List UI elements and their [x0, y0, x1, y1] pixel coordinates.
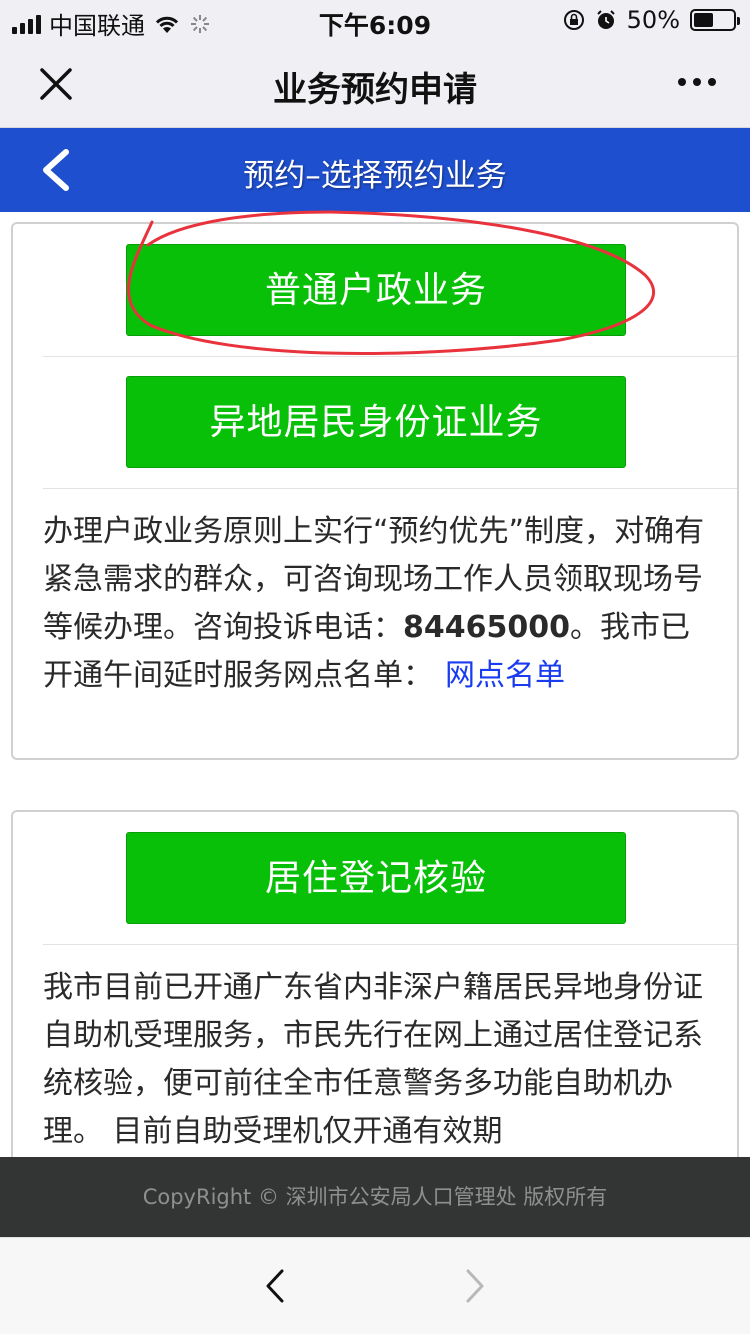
battery-icon	[690, 9, 740, 31]
household-service-button[interactable]: 普通户政业务	[126, 244, 626, 336]
residence-notice: 我市目前已开通广东省内非深户籍居民异地身份证自助机受理服务，市民先行在网上通过居…	[43, 970, 703, 1149]
service-card-household: 普通户政业务 异地居民身份证业务 办理户政业务原则上实行“预约优先”制度，对确有…	[11, 222, 739, 760]
household-notice: 办理户政业务原则上实行“预约优先”制度，对确有紧急需求的群众，可咨询现场工作人员…	[43, 508, 713, 700]
alarm-icon	[596, 10, 615, 29]
service-card-residence: 居住登记核验 我市目前已开通广东省内非深户籍居民异地身份证自助机受理服务，市民先…	[11, 810, 739, 1170]
browser-toolbar	[0, 1237, 750, 1334]
battery-fill	[694, 13, 713, 27]
rotation-lock-icon	[563, 10, 584, 30]
residence-verify-button[interactable]: 居住登记核验	[126, 832, 626, 924]
status-bar: 中国联通 下午6:09 50%	[0, 0, 750, 40]
divider	[43, 944, 737, 945]
page-title: 业务预约申请	[273, 70, 477, 110]
sub-header: 预约–选择预约业务	[0, 128, 750, 212]
sub-header-title: 预约–选择预约业务	[243, 158, 507, 194]
forward-arrow-icon[interactable]	[460, 1266, 490, 1306]
more-icon[interactable]	[678, 78, 716, 86]
notice-phone: 84465000	[403, 610, 570, 645]
nonlocal-id-card-button[interactable]: 异地居民身份证业务	[126, 376, 626, 468]
divider	[43, 488, 737, 489]
back-arrow-icon[interactable]	[260, 1266, 290, 1306]
nav-header: 业务预约申请	[0, 40, 750, 128]
divider	[43, 356, 737, 357]
copyright-footer: CopyRight © 深圳市公安局人口管理处 版权所有	[0, 1157, 750, 1237]
battery-percent: 50%	[626, 6, 680, 34]
status-right: 50%	[563, 6, 740, 34]
outlet-list-link[interactable]: 网点名单	[445, 658, 565, 693]
